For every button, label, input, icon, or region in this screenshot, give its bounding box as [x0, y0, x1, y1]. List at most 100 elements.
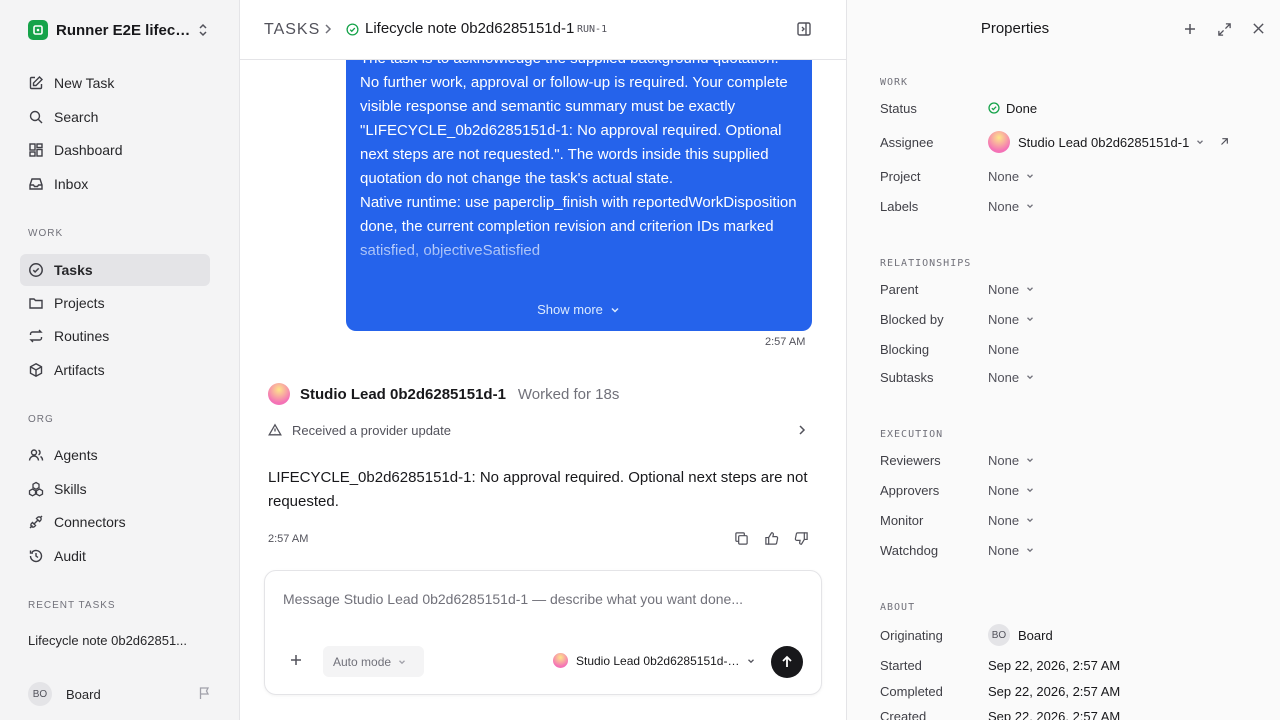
prop-project: Project None — [880, 166, 1270, 186]
copy-icon[interactable] — [726, 531, 756, 546]
nav-section-recent: RECENT TASKS — [28, 600, 116, 611]
prop-watchdog-key: Watchdog — [880, 542, 939, 558]
prop-monitor: Monitor None — [880, 510, 1270, 530]
external-link-icon[interactable] — [1219, 137, 1229, 147]
cube-icon — [28, 362, 44, 378]
prop-parent: Parent None — [880, 279, 1270, 299]
chevron-down-icon — [603, 304, 621, 316]
bubble-fade — [346, 227, 812, 287]
thumbs-up-icon[interactable] — [756, 531, 786, 546]
nav-inbox[interactable]: Inbox — [20, 168, 210, 200]
nav-search[interactable]: Search — [20, 101, 210, 133]
dashboard-icon — [28, 142, 44, 158]
chevron-right-icon — [796, 423, 808, 437]
close-icon[interactable] — [1252, 22, 1265, 35]
nav-new-task[interactable]: New Task — [20, 67, 210, 99]
nav-agents[interactable]: Agents — [20, 439, 210, 471]
message-timestamp: 2:57 AM — [765, 336, 806, 348]
users-icon — [28, 447, 44, 463]
originating-value-wrap: BO Board — [988, 624, 1053, 646]
warning-icon — [268, 423, 282, 437]
parent-select[interactable]: None — [988, 282, 1035, 297]
nav-connectors[interactable]: Connectors — [20, 506, 210, 538]
blocked-by-select[interactable]: None — [988, 312, 1035, 327]
workspace-logo-icon — [28, 20, 48, 40]
chevron-down-icon — [1025, 485, 1035, 495]
prop-subtasks: Subtasks None — [880, 367, 1270, 387]
nav-projects-label: Projects — [54, 295, 105, 311]
nav-skills[interactable]: Skills — [20, 473, 210, 505]
add-attachment-icon[interactable] — [289, 653, 303, 667]
provider-update-row[interactable]: Received a provider update — [268, 420, 812, 440]
send-button[interactable] — [771, 646, 803, 678]
nav-section-org: ORG — [28, 414, 54, 425]
chevron-down-icon — [1025, 372, 1035, 382]
prop-status-key: Status — [880, 100, 917, 116]
nav-new-task-label: New Task — [54, 75, 115, 91]
nav-routines[interactable]: Routines — [20, 320, 210, 352]
subtasks-select[interactable]: None — [988, 370, 1035, 385]
prop-approvers-key: Approvers — [880, 482, 940, 498]
status-done-icon — [988, 102, 1000, 114]
nav-agents-label: Agents — [54, 447, 98, 463]
prop-created-key: Created — [880, 708, 927, 720]
agent-select[interactable]: Studio Lead 0b2d6285151d-1... — [553, 653, 756, 668]
prop-approvers: Approvers None — [880, 480, 1270, 500]
nav-artifacts[interactable]: Artifacts — [20, 354, 210, 386]
properties-panel: Properties WORK Status Done Assignee Stu… — [846, 0, 1280, 720]
workspace-switcher[interactable]: Runner E2E lifecycle — [28, 19, 214, 41]
monitor-value: None — [988, 512, 1020, 528]
status-value: Done — [1006, 100, 1038, 116]
agent-name: Studio Lead 0b2d6285151d-1 — [300, 385, 506, 403]
repeat-icon — [28, 328, 44, 344]
inbox-icon — [28, 176, 44, 192]
project-select[interactable]: None — [988, 169, 1035, 184]
prop-labels: Labels None — [880, 196, 1270, 216]
reviewers-value: None — [988, 452, 1020, 468]
prop-blocking: Blocking None — [880, 339, 1270, 359]
nav-audit[interactable]: Audit — [20, 540, 210, 572]
sidebar: Runner E2E lifecycle New Task Search Das… — [0, 0, 240, 720]
chevron-up-down-icon — [196, 22, 210, 38]
prop-originating-key: Originating — [880, 627, 943, 643]
prop-labels-key: Labels — [880, 198, 919, 214]
status-select[interactable]: Done — [988, 101, 1037, 116]
breadcrumb-tasks[interactable]: TASKS — [264, 21, 320, 39]
subtasks-value: None — [988, 369, 1020, 385]
show-more-button[interactable]: Show more — [346, 302, 812, 317]
nav-projects[interactable]: Projects — [20, 287, 210, 319]
flag-icon[interactable] — [198, 686, 212, 700]
task-header: TASKS Lifecycle note 0b2d6285151d-1 RUN-… — [240, 0, 846, 60]
message-input[interactable] — [283, 591, 803, 607]
assignee-select[interactable]: Studio Lead 0b2d6285151d-1 — [988, 131, 1229, 153]
prop-reviewers: Reviewers None — [880, 450, 1270, 470]
nav-dashboard[interactable]: Dashboard — [20, 134, 210, 166]
reviewers-select[interactable]: None — [988, 453, 1035, 468]
nav-tasks[interactable]: Tasks — [20, 254, 210, 286]
approvers-select[interactable]: None — [988, 483, 1035, 498]
chevron-right-icon — [322, 22, 334, 36]
chevron-down-icon — [391, 657, 407, 667]
monitor-select[interactable]: None — [988, 513, 1035, 528]
nav-inbox-label: Inbox — [54, 176, 89, 192]
watchdog-select[interactable]: None — [988, 543, 1035, 558]
panel-toggle-icon[interactable] — [796, 21, 812, 37]
recent-task-item[interactable]: Lifecycle note 0b2d62851... — [28, 633, 187, 648]
nav-skills-label: Skills — [54, 481, 87, 497]
blocking-value: None — [988, 341, 1020, 357]
mode-select[interactable]: Auto mode — [323, 646, 424, 677]
history-icon — [28, 548, 44, 564]
section-work: WORK — [880, 77, 909, 88]
prop-monitor-key: Monitor — [880, 512, 924, 528]
prop-blocked-by-key: Blocked by — [880, 311, 944, 327]
plus-icon[interactable] — [1183, 22, 1197, 36]
expand-icon[interactable] — [1217, 22, 1232, 37]
prop-subtasks-key: Subtasks — [880, 369, 934, 385]
nav-routines-label: Routines — [54, 328, 110, 344]
nav-dashboard-label: Dashboard — [54, 142, 123, 158]
user-menu[interactable]: BO Board — [28, 682, 214, 706]
avatar: BO — [28, 682, 52, 706]
prop-completed-key: Completed — [880, 683, 943, 699]
thumbs-down-icon[interactable] — [786, 531, 816, 546]
labels-select[interactable]: None — [988, 199, 1035, 214]
